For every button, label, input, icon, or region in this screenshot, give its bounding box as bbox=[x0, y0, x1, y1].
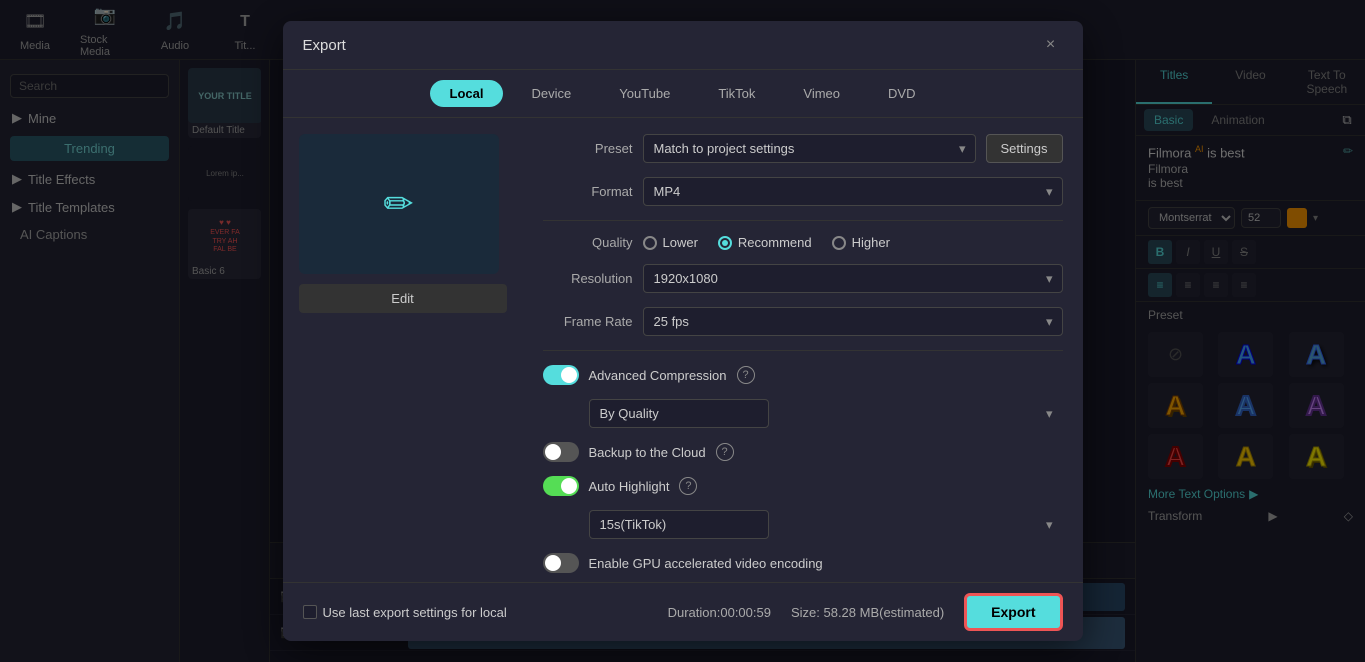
export-tab-youtube-label: YouTube bbox=[619, 86, 670, 101]
gpu-toggle-knob bbox=[545, 555, 561, 571]
frame-rate-select-wrapper: 25 fps bbox=[643, 307, 1063, 336]
backup-toggle-knob bbox=[545, 444, 561, 460]
use-last-check[interactable] bbox=[303, 605, 317, 619]
export-tab-tiktok[interactable]: TikTok bbox=[698, 80, 775, 107]
export-dialog: Export × Local Device YouTube TikTok Vim… bbox=[283, 21, 1083, 641]
quality-row: Quality Lower Recommend bbox=[543, 235, 1063, 250]
frame-rate-select[interactable]: 25 fps bbox=[643, 307, 1063, 336]
export-tab-vimeo-label: Vimeo bbox=[803, 86, 840, 101]
dialog-footer: Use last export settings for local Durat… bbox=[283, 582, 1083, 641]
auto-highlight-help[interactable]: ? bbox=[679, 477, 697, 495]
quality-lower-radio bbox=[643, 236, 657, 250]
radio-dot bbox=[722, 240, 728, 246]
auto-highlight-value-row: 15s(TikTok) bbox=[589, 510, 1063, 539]
resolution-label: Resolution bbox=[543, 271, 633, 286]
dialog-body: ✏ Edit Preset Match to project settings bbox=[283, 118, 1083, 582]
duration-info: Duration:00:00:59 bbox=[668, 605, 771, 620]
advanced-compression-row: Advanced Compression ? bbox=[543, 365, 1063, 385]
gpu-label: Enable GPU accelerated video encoding bbox=[589, 556, 823, 571]
export-tab-local[interactable]: Local bbox=[430, 80, 504, 107]
auto-highlight-select[interactable]: 15s(TikTok) bbox=[589, 510, 769, 539]
export-tab-youtube[interactable]: YouTube bbox=[599, 80, 690, 107]
export-tab-device-label: Device bbox=[531, 86, 571, 101]
preset-select[interactable]: Match to project settings bbox=[643, 134, 976, 163]
quality-lower-label: Lower bbox=[663, 235, 698, 250]
use-last-label: Use last export settings for local bbox=[323, 605, 507, 620]
preset-row: Preset Match to project settings Setting… bbox=[543, 134, 1063, 163]
dialog-title: Export bbox=[303, 37, 346, 54]
export-button-label: Export bbox=[991, 604, 1035, 620]
backup-cloud-label: Backup to the Cloud bbox=[589, 445, 706, 460]
size-info: Size: 58.28 MB(estimated) bbox=[791, 605, 944, 620]
format-select[interactable]: MP4 bbox=[643, 177, 1063, 206]
auto-highlight-toggle-knob bbox=[561, 478, 577, 494]
auto-highlight-row: Auto Highlight ? bbox=[543, 476, 1063, 496]
dialog-settings: Preset Match to project settings Setting… bbox=[523, 118, 1083, 582]
dialog-close-button[interactable]: × bbox=[1039, 33, 1063, 57]
dialog-overlay: Export × Local Device YouTube TikTok Vim… bbox=[0, 0, 1365, 662]
edit-button[interactable]: Edit bbox=[299, 284, 507, 313]
export-tabs: Local Device YouTube TikTok Vimeo DVD bbox=[283, 70, 1083, 118]
advanced-compression-toggle[interactable] bbox=[543, 365, 579, 385]
preset-label: Preset bbox=[543, 141, 633, 156]
by-quality-select[interactable]: By Quality bbox=[589, 399, 769, 428]
advanced-compression-help[interactable]: ? bbox=[737, 366, 755, 384]
export-tab-device[interactable]: Device bbox=[511, 80, 591, 107]
auto-highlight-select-wrapper: 15s(TikTok) bbox=[589, 510, 1063, 539]
settings-button-label: Settings bbox=[1001, 141, 1048, 156]
preset-select-wrapper: Match to project settings bbox=[643, 134, 976, 163]
gpu-toggle[interactable] bbox=[543, 553, 579, 573]
export-tab-dvd[interactable]: DVD bbox=[868, 80, 935, 107]
quality-higher-radio bbox=[832, 236, 846, 250]
gpu-row: Enable GPU accelerated video encoding bbox=[543, 553, 1063, 573]
frame-rate-row: Frame Rate 25 fps bbox=[543, 307, 1063, 336]
use-last-checkbox[interactable]: Use last export settings for local bbox=[303, 605, 507, 620]
dialog-header: Export × bbox=[283, 21, 1083, 70]
footer-info: Duration:00:00:59 Size: 58.28 MB(estimat… bbox=[668, 593, 1063, 631]
export-button[interactable]: Export bbox=[964, 593, 1062, 631]
quality-recommend-radio bbox=[718, 236, 732, 250]
format-select-wrapper: MP4 bbox=[643, 177, 1063, 206]
quality-higher-label: Higher bbox=[852, 235, 890, 250]
export-tab-local-label: Local bbox=[450, 86, 484, 101]
settings-button[interactable]: Settings bbox=[986, 134, 1063, 163]
quality-lower[interactable]: Lower bbox=[643, 235, 698, 250]
dialog-preview: ✏ Edit bbox=[283, 118, 523, 582]
edit-button-label: Edit bbox=[391, 291, 413, 306]
close-icon: × bbox=[1046, 36, 1055, 54]
quality-options: Lower Recommend Higher bbox=[643, 235, 890, 250]
frame-rate-label: Frame Rate bbox=[543, 314, 633, 329]
by-quality-row: By Quality bbox=[589, 399, 1063, 428]
format-label: Format bbox=[543, 184, 633, 199]
resolution-row: Resolution 1920x1080 bbox=[543, 264, 1063, 293]
divider2 bbox=[543, 350, 1063, 351]
auto-highlight-toggle[interactable] bbox=[543, 476, 579, 496]
preview-thumbnail: ✏ bbox=[299, 134, 499, 274]
preview-play-icon: ✏ bbox=[383, 183, 413, 225]
quality-recommend-label: Recommend bbox=[738, 235, 812, 250]
resolution-select[interactable]: 1920x1080 bbox=[643, 264, 1063, 293]
quality-higher[interactable]: Higher bbox=[832, 235, 890, 250]
advanced-compression-label: Advanced Compression bbox=[589, 368, 727, 383]
by-quality-select-wrapper: By Quality bbox=[589, 399, 1063, 428]
backup-cloud-help[interactable]: ? bbox=[716, 443, 734, 461]
resolution-select-wrapper: 1920x1080 bbox=[643, 264, 1063, 293]
quality-recommend[interactable]: Recommend bbox=[718, 235, 812, 250]
settings-divider bbox=[543, 220, 1063, 221]
toggle-knob bbox=[561, 367, 577, 383]
format-row: Format MP4 bbox=[543, 177, 1063, 206]
export-tab-tiktok-label: TikTok bbox=[718, 86, 755, 101]
backup-cloud-row: Backup to the Cloud ? bbox=[543, 442, 1063, 462]
export-tab-vimeo[interactable]: Vimeo bbox=[783, 80, 860, 107]
quality-label: Quality bbox=[543, 235, 633, 250]
export-tab-dvd-label: DVD bbox=[888, 86, 915, 101]
backup-cloud-toggle[interactable] bbox=[543, 442, 579, 462]
auto-highlight-label: Auto Highlight bbox=[589, 479, 670, 494]
